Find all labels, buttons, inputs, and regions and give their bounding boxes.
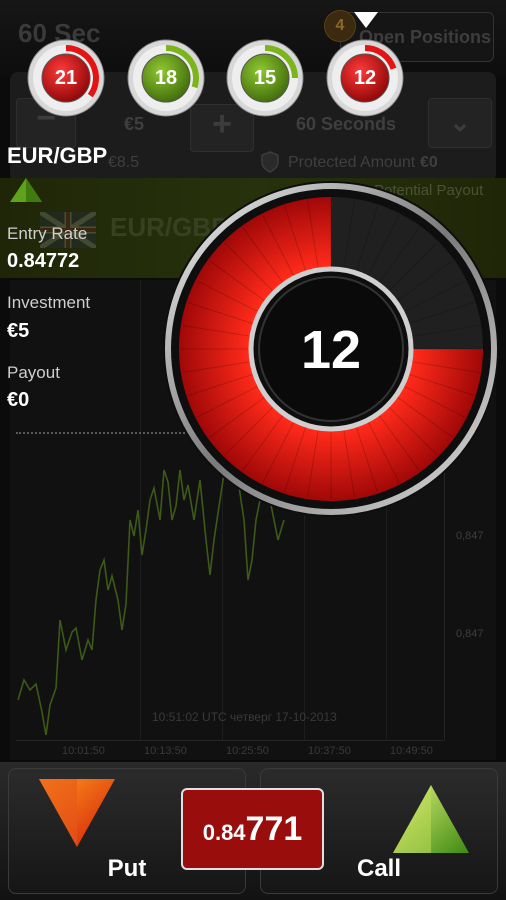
direction-up-icon [8,176,44,209]
countdown-value: 12 [300,320,362,380]
put-arrow-icon [37,777,117,854]
price-prefix: 0.84 [202,820,246,845]
y-tick-label: 0,847 [456,628,484,640]
timer-value: 21 [54,67,78,89]
investment-value: €5 [7,320,30,342]
chart-timestamp: 10:51:02 UTC четверг 17-10-2013 [152,710,337,724]
payout-label: Payout [7,363,60,382]
position-timer-0[interactable]: 21 [26,38,106,118]
timer-value: 15 [253,67,277,89]
position-timer-1[interactable]: 18 [126,38,206,118]
timer-value: 12 [353,67,377,89]
x-tick-label: 10:49:50 [390,745,433,757]
selected-timer-indicator-icon [352,10,380,35]
position-asset-name: EUR/GBP [7,143,108,168]
payout-value: €0 [7,389,30,411]
investment-label: Investment [7,293,91,312]
x-tick-label: 10:37:50 [308,745,351,757]
current-price-display: 0.84771 [181,788,324,870]
x-tick-label: 10:13:50 [144,745,187,757]
x-tick-label: 10:25:50 [226,745,269,757]
entry-rate-label: Entry Rate [7,224,88,243]
call-arrow-icon [391,783,471,860]
position-timer-3[interactable]: 12 [325,38,405,118]
position-timer-2[interactable]: 15 [225,38,305,118]
entry-rate-value: 0.84772 [7,250,80,272]
x-tick-label: 10:01:50 [62,745,105,757]
price-main: 771 [245,810,303,848]
y-tick-label: 0,847 [456,530,484,542]
timer-value: 18 [154,67,178,89]
